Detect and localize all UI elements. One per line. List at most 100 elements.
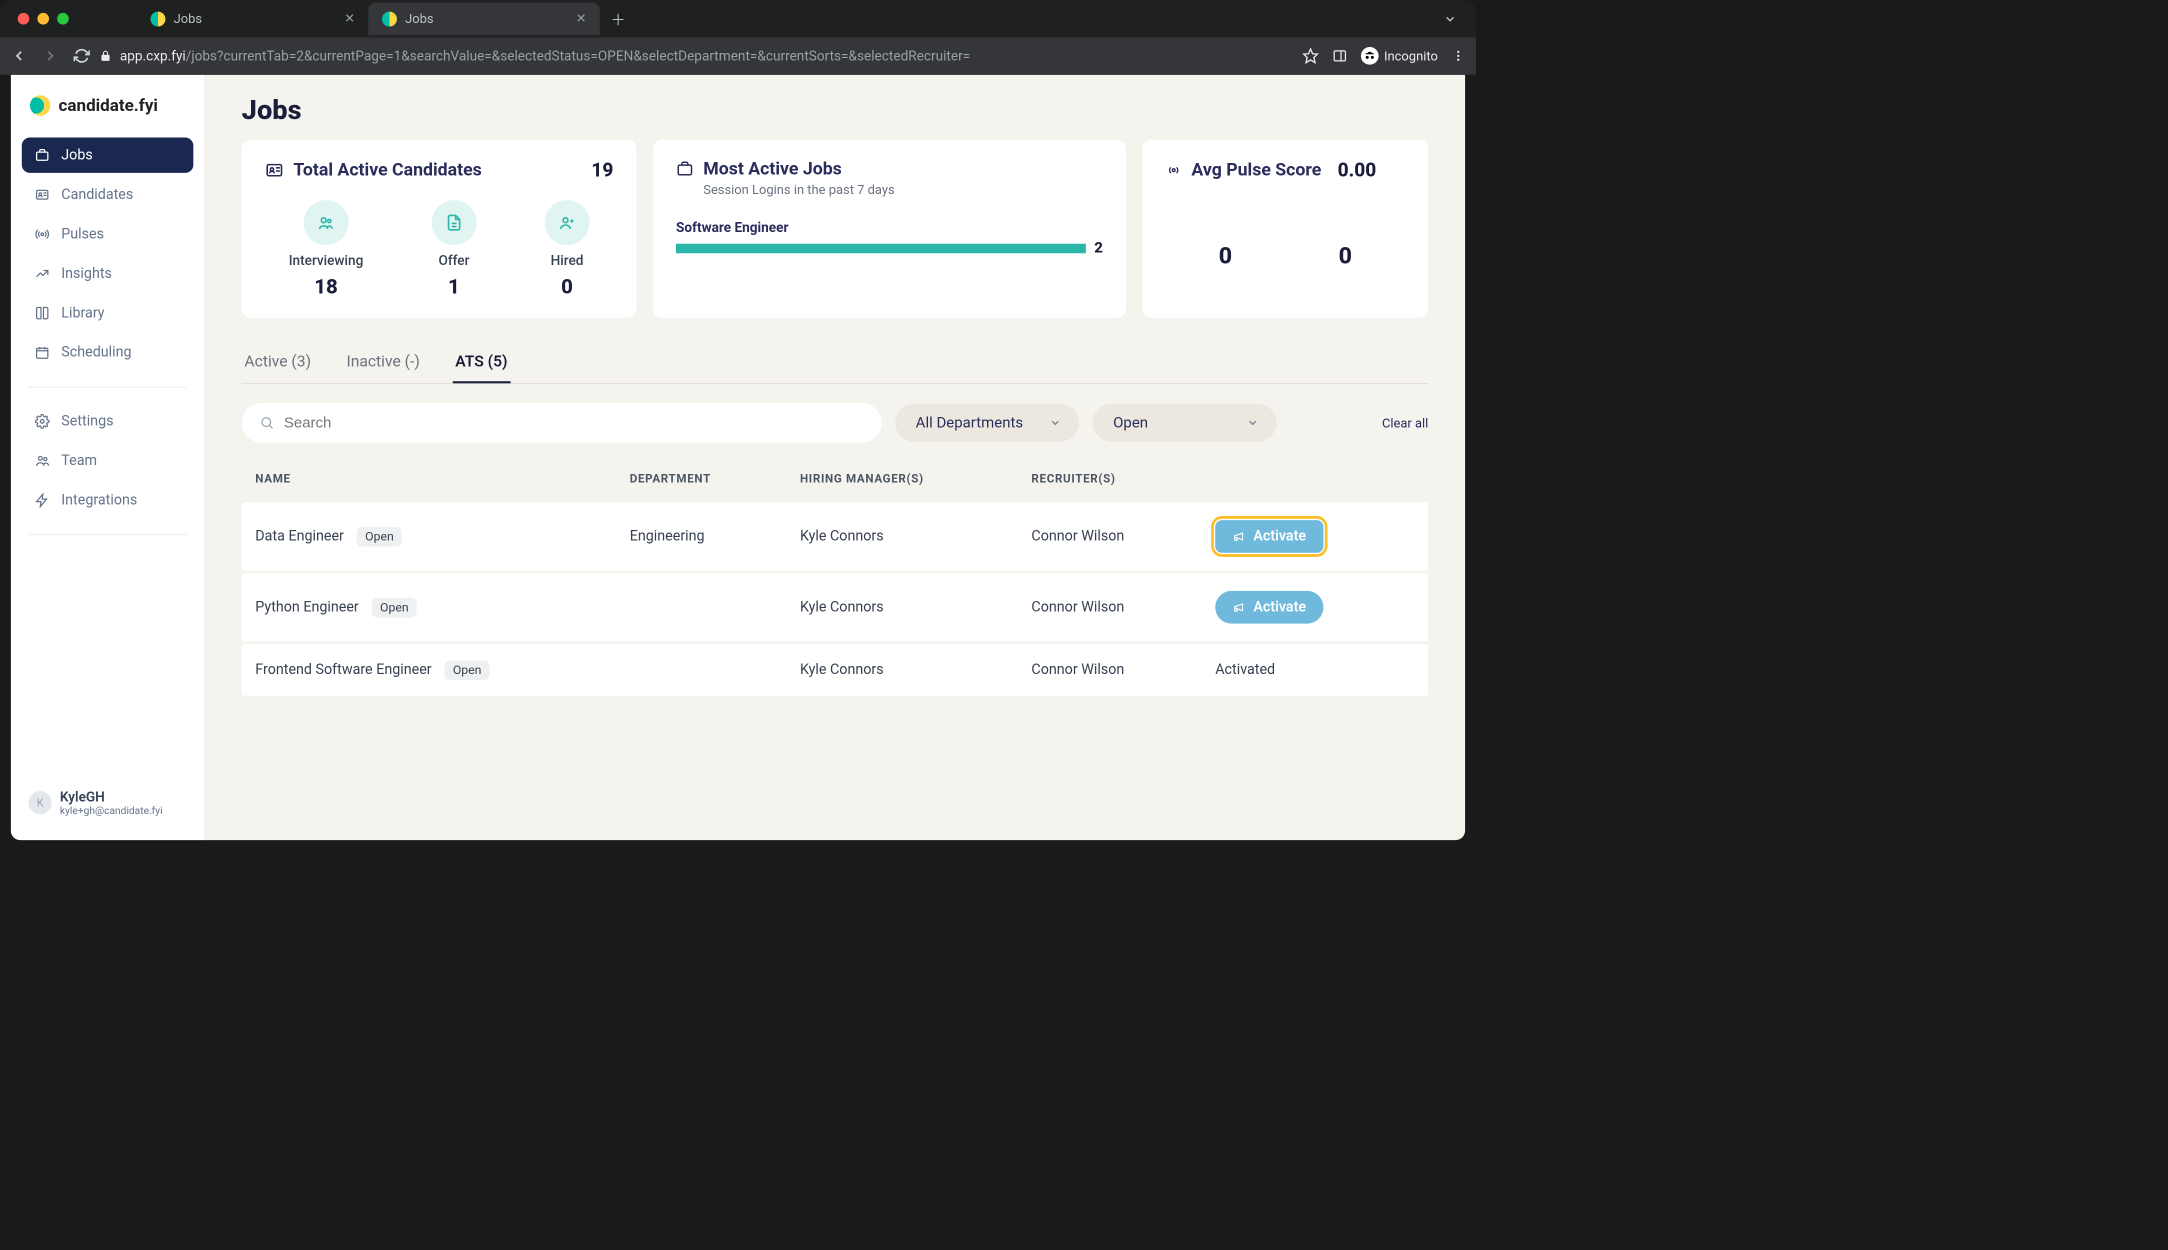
table-row[interactable]: Python Engineer Open Kyle Connors Connor…: [242, 573, 1429, 641]
document-icon: [431, 200, 476, 245]
sidebar-item-integrations[interactable]: Integrations: [22, 483, 194, 518]
stat-interviewing: Interviewing 18: [289, 200, 364, 299]
tab-title: Jobs: [174, 11, 202, 27]
card-value: 19: [591, 159, 613, 181]
reload-icon[interactable]: [74, 48, 90, 64]
clear-all-link[interactable]: Clear all: [1382, 415, 1428, 431]
card-title: Avg Pulse Score: [1191, 160, 1321, 180]
brand[interactable]: candidate.fyi: [22, 91, 194, 132]
calendar-icon: [34, 344, 50, 360]
url-host: app.cxp.fyi: [120, 48, 186, 64]
address-bar[interactable]: app.cxp.fyi/jobs?currentTab=2&currentPag…: [99, 48, 1292, 64]
department-filter[interactable]: All Departments: [895, 404, 1079, 442]
th-name: Name: [255, 472, 629, 486]
team-icon: [34, 453, 50, 469]
briefcase-icon: [676, 160, 694, 178]
browser-toolbar: app.cxp.fyi/jobs?currentTab=2&currentPag…: [0, 37, 1476, 74]
tab-ats[interactable]: ATS (5): [452, 345, 510, 383]
sidebar-item-insights[interactable]: Insights: [22, 256, 194, 291]
sidebar-item-label: Integrations: [61, 492, 137, 508]
activate-button[interactable]: Activate: [1215, 591, 1324, 624]
incognito-indicator[interactable]: Incognito: [1361, 47, 1438, 65]
job-name: Frontend Software Engineer: [255, 662, 431, 678]
sidebar-item-team[interactable]: Team: [22, 443, 194, 478]
table-row[interactable]: Frontend Software Engineer Open Kyle Con…: [242, 644, 1429, 696]
job-bar: Software Engineer 2: [676, 219, 1103, 256]
user-email: kyle+gh@candidate.fyi: [60, 805, 163, 817]
search-input[interactable]: [284, 414, 864, 432]
status-badge: Open: [372, 598, 417, 618]
megaphone-icon: [1233, 600, 1247, 614]
browser-tab-0[interactable]: Jobs ✕: [137, 2, 368, 35]
forward-icon[interactable]: [42, 48, 58, 64]
favicon-icon: [382, 11, 397, 26]
chevron-down-icon[interactable]: [1443, 12, 1457, 26]
sidebar-item-label: Candidates: [61, 187, 133, 203]
user-plus-icon: [545, 200, 590, 245]
gear-icon: [34, 413, 50, 429]
search-icon: [259, 415, 274, 430]
tab-title: Jobs: [405, 11, 433, 27]
job-hm: Kyle Connors: [800, 599, 1031, 615]
status-filter[interactable]: Open: [1093, 404, 1277, 442]
id-card-icon: [34, 187, 50, 203]
kebab-icon[interactable]: [1451, 49, 1465, 63]
sidebar-item-label: Team: [61, 453, 97, 469]
tab-close-icon[interactable]: ✕: [576, 12, 586, 26]
th-recruiter: Recruiter(s): [1031, 472, 1215, 486]
card-most-active: Most Active Jobs Session Logins in the p…: [653, 140, 1126, 318]
jobs-tabstrip: Active (3) Inactive (-) ATS (5): [242, 345, 1429, 384]
sidebar-item-pulses[interactable]: Pulses: [22, 216, 194, 251]
activated-label: Activated: [1215, 662, 1275, 678]
sidebar-item-candidates[interactable]: Candidates: [22, 177, 194, 212]
bar-fill: [676, 243, 1086, 253]
sidebar-item-settings[interactable]: Settings: [22, 404, 194, 439]
panel-icon[interactable]: [1332, 48, 1347, 63]
favicon-icon: [150, 11, 165, 26]
sidebar-item-label: Jobs: [61, 147, 92, 163]
avatar: K: [29, 791, 52, 814]
browser-tab-1[interactable]: Jobs ✕: [368, 2, 599, 35]
page-title: Jobs: [242, 94, 1429, 126]
megaphone-icon: [1233, 530, 1247, 544]
tab-inactive[interactable]: Inactive (-): [344, 345, 423, 383]
new-tab-button[interactable]: ＋: [600, 8, 637, 30]
sidebar-item-jobs[interactable]: Jobs: [22, 138, 194, 173]
briefcase-icon: [34, 147, 50, 163]
tab-close-icon[interactable]: ✕: [344, 12, 354, 26]
card-title: Total Active Candidates: [293, 160, 481, 180]
browser-tabbar: Jobs ✕ Jobs ✕ ＋: [0, 0, 1476, 37]
job-name: Data Engineer: [255, 528, 344, 544]
tab-active[interactable]: Active (3): [242, 345, 314, 383]
sidebar-item-scheduling[interactable]: Scheduling: [22, 335, 194, 370]
user-name: KyleGH: [60, 788, 163, 804]
people-icon: [304, 200, 349, 245]
th-department: Department: [630, 472, 800, 486]
stat-offer: Offer 1: [431, 200, 476, 299]
nav-separator: [29, 387, 187, 388]
chevron-down-icon: [1049, 417, 1061, 429]
book-icon: [34, 305, 50, 321]
job-rec: Connor Wilson: [1031, 528, 1215, 544]
sidebar-item-library[interactable]: Library: [22, 295, 194, 330]
window-close[interactable]: [18, 13, 30, 25]
table-row[interactable]: Data Engineer Open Engineering Kyle Conn…: [242, 502, 1429, 570]
card-pulse: Avg Pulse Score 0.00 0 0: [1142, 140, 1428, 318]
window-minimize[interactable]: [37, 13, 49, 25]
card-subtitle: Session Logins in the past 7 days: [703, 182, 1103, 198]
star-icon[interactable]: [1302, 48, 1318, 64]
url-path: /jobs?currentTab=2&currentPage=1&searchV…: [186, 48, 970, 64]
activate-button[interactable]: Activate: [1215, 520, 1324, 553]
pulse-left: 0: [1219, 242, 1232, 269]
window-maximize[interactable]: [57, 13, 69, 25]
job-name: Python Engineer: [255, 599, 358, 615]
back-icon[interactable]: [11, 48, 27, 64]
sidebar-item-label: Insights: [61, 266, 112, 282]
stat-hired: Hired 0: [545, 200, 590, 299]
pulse-right: 0: [1339, 242, 1352, 269]
search-input-wrap[interactable]: [242, 403, 882, 442]
user-footer[interactable]: K KyleGH kyle+gh@candidate.fyi: [22, 782, 194, 824]
nav-separator: [29, 534, 187, 535]
table-header-row: Name Department Hiring Manager(s) Recrui…: [242, 456, 1429, 502]
th-hiring-manager: Hiring Manager(s): [800, 472, 1031, 486]
